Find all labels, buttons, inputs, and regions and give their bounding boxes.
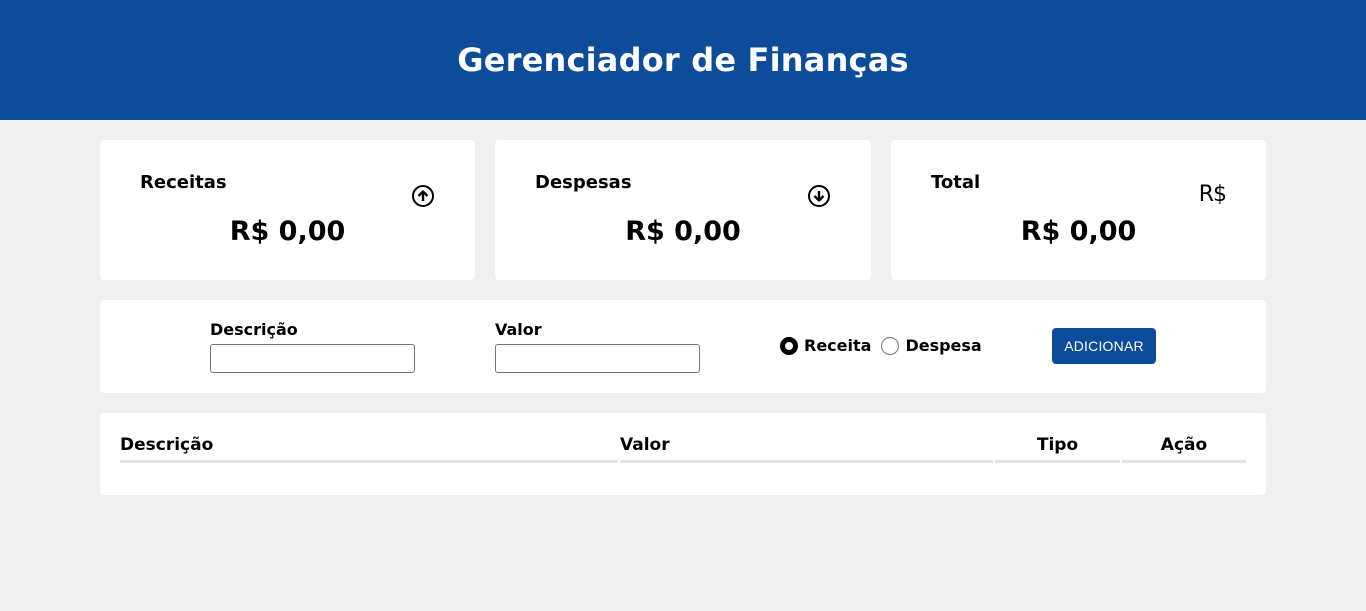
radio-receita[interactable]: Receita: [780, 336, 871, 355]
description-label: Descrição: [210, 320, 298, 339]
expense-card: Despesas R$ 0,00: [495, 140, 871, 280]
column-header-action: Ação: [1122, 433, 1246, 463]
value-label: Valor: [495, 320, 542, 339]
total-amount: R$ 0,00: [1020, 216, 1137, 247]
arrow-down-circle-icon: [808, 185, 830, 207]
page-title: Gerenciador de Finanças: [457, 41, 909, 79]
income-amount: R$ 0,00: [229, 216, 346, 247]
radio-despesa-label[interactable]: Despesa: [905, 336, 981, 355]
radio-despesa[interactable]: Despesa: [881, 336, 982, 355]
total-card: Total R$ R$ 0,00: [891, 140, 1266, 280]
column-header-value: Valor: [620, 433, 993, 463]
column-header-description: Descrição: [120, 433, 618, 463]
currency-icon: R$: [1198, 182, 1227, 207]
income-card-title: Receitas: [140, 172, 227, 193]
income-card: Receitas R$ 0,00: [100, 140, 475, 280]
expense-amount: R$ 0,00: [625, 216, 741, 247]
radio-receita-indicator[interactable]: [780, 336, 798, 355]
app-header: Gerenciador de Finanças: [0, 0, 1366, 120]
add-button[interactable]: ADICIONAR: [1052, 328, 1156, 364]
value-input[interactable]: [495, 344, 700, 373]
transaction-form: Descrição Valor Receita Despesa ADICIONA…: [100, 300, 1266, 393]
total-card-title: Total: [931, 172, 981, 193]
transactions-table: Descrição Valor Tipo Ação: [100, 413, 1266, 495]
radio-despesa-indicator[interactable]: [881, 336, 900, 355]
radio-receita-label[interactable]: Receita: [804, 336, 871, 355]
column-header-type: Tipo: [995, 433, 1120, 463]
type-radio-group: Receita Despesa: [780, 336, 992, 355]
expense-card-title: Despesas: [535, 172, 632, 193]
arrow-up-circle-icon: [412, 185, 434, 207]
description-input[interactable]: [210, 344, 415, 373]
